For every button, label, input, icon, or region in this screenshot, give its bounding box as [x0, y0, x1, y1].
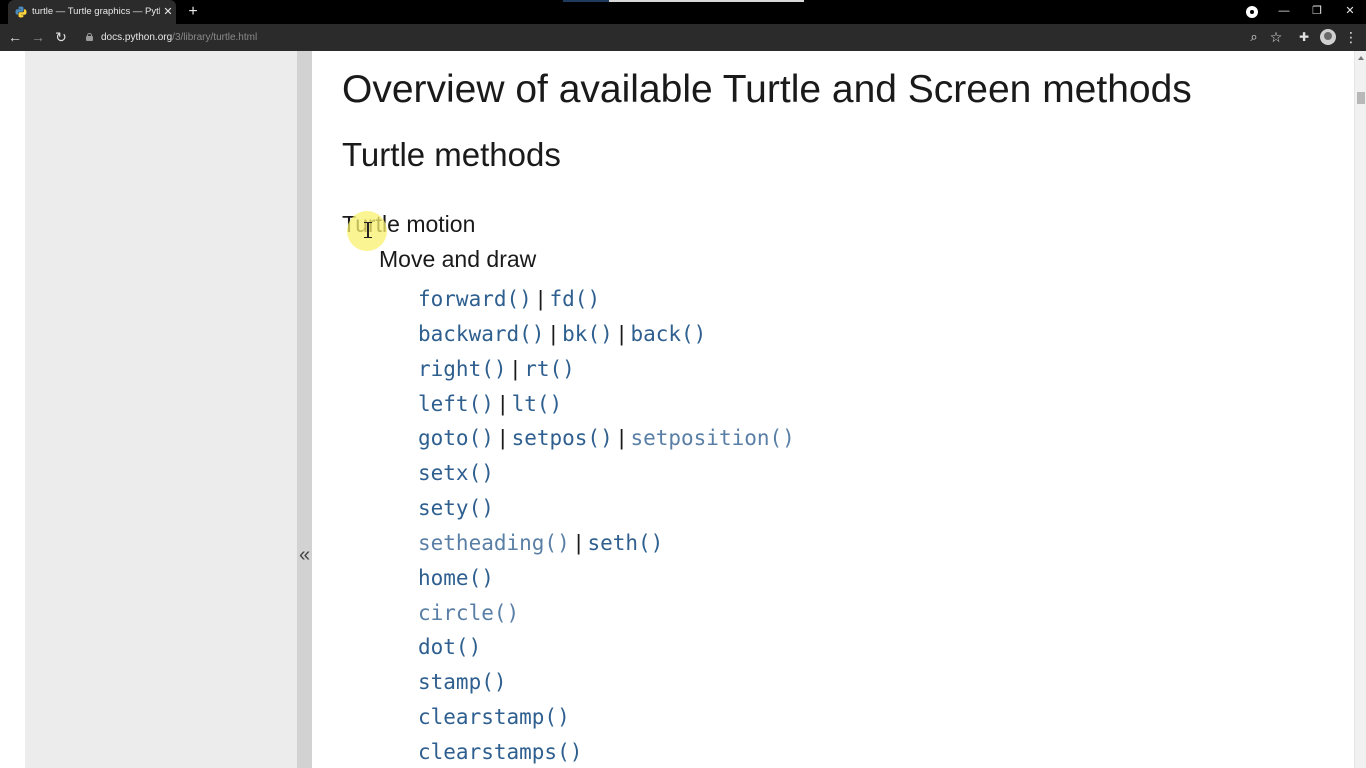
restore-button[interactable]: ❐ [1306, 2, 1328, 20]
method-link[interactable]: backward() [418, 322, 544, 346]
method-separator: | [575, 529, 582, 555]
sidebar-collapse-bar[interactable]: « [297, 51, 312, 768]
method-link[interactable]: setx() [418, 461, 494, 485]
method-link[interactable]: clearstamps() [418, 740, 582, 764]
method-row: home() [418, 564, 795, 599]
method-row: dot() [418, 633, 795, 668]
method-link[interactable]: clearstamp() [418, 705, 570, 729]
method-row: backward() | bk() | back() [418, 320, 795, 355]
python-logo-icon [15, 6, 27, 18]
collapse-sidebar-icon[interactable]: « [297, 541, 312, 569]
method-row: forward() | fd() [418, 285, 795, 320]
url-host: docs.python.org [101, 32, 173, 43]
address-bar[interactable]: docs.python.org/3/library/turtle.html [101, 30, 257, 45]
zoom-icon[interactable]: ⌕ [1245, 28, 1263, 46]
method-separator: | [618, 425, 625, 451]
scroll-thumb[interactable] [1357, 92, 1365, 104]
new-tab-button[interactable]: + [184, 3, 202, 21]
method-link[interactable]: stamp() [418, 670, 507, 694]
method-separator: | [618, 320, 625, 346]
docs-sidebar [25, 51, 297, 768]
method-link[interactable]: sety() [418, 496, 494, 520]
tab-title: turtle — Turtle graphics — Python [32, 6, 160, 17]
method-link[interactable]: rt() [524, 357, 575, 381]
method-link[interactable]: dot() [418, 635, 481, 659]
doc-content: Overview of available Turtle and Screen … [312, 51, 1354, 768]
method-row: setheading() | seth() [418, 529, 795, 564]
method-link[interactable]: circle() [418, 601, 519, 625]
method-link[interactable]: goto() [418, 426, 494, 450]
method-link[interactable]: setheading() [418, 531, 570, 555]
tab-strip-decoration [563, 0, 804, 3]
method-row: circle() [418, 599, 795, 634]
tab-strip: turtle — Turtle graphics — Python ✕ + — … [0, 0, 1366, 24]
method-separator: | [499, 425, 506, 451]
page-title: Overview of available Turtle and Screen … [342, 68, 1192, 111]
page-scrollbar[interactable] [1354, 51, 1366, 768]
method-link[interactable]: home() [418, 566, 494, 590]
method-separator: | [512, 355, 519, 381]
method-separator: | [537, 286, 544, 311]
method-link[interactable]: lt() [512, 392, 563, 416]
forward-arrow-icon[interactable]: → [29, 28, 47, 46]
method-row: clearstamps() [418, 738, 795, 768]
method-row: right() | rt() [418, 355, 795, 390]
method-link[interactable]: seth() [587, 531, 663, 555]
back-arrow-icon[interactable]: ← [6, 28, 24, 46]
method-link[interactable]: back() [630, 322, 706, 346]
method-row: sety() [418, 494, 795, 529]
method-link[interactable]: forward() [418, 287, 532, 311]
tab-turtle-docs[interactable]: turtle — Turtle graphics — Python ✕ [8, 0, 176, 24]
method-link[interactable]: right() [418, 357, 507, 381]
window-close-button[interactable]: ✕ [1339, 2, 1361, 20]
scroll-up-arrow-icon[interactable] [1358, 56, 1364, 60]
subsection-move-and-draw: Move and draw [379, 246, 537, 272]
profile-icon[interactable] [1246, 6, 1258, 18]
method-list: forward() | fd() backward() | bk() | back() righ… [418, 285, 795, 768]
method-link[interactable]: fd() [550, 287, 601, 311]
method-row: clearstamp() [418, 703, 795, 738]
method-separator: | [499, 390, 506, 416]
method-separator: | [550, 320, 557, 346]
page-viewport: « Overview of available Turtle and Scree… [0, 51, 1366, 768]
method-link[interactable]: left() [418, 392, 494, 416]
method-link[interactable]: setposition() [630, 426, 794, 450]
method-row: setx() [418, 459, 795, 494]
section-title-turtle-methods: Turtle methods [342, 136, 561, 173]
browser-toolbar: ← → ↻ docs.python.org/3/library/turtle.h… [0, 24, 1366, 51]
url-path: /3/library/turtle.html [172, 32, 258, 43]
method-row: stamp() [418, 668, 795, 703]
method-link[interactable]: setpos() [512, 426, 613, 450]
lock-icon[interactable] [86, 33, 93, 41]
extensions-puzzle-icon[interactable]: ✚ [1295, 28, 1313, 46]
reload-icon[interactable]: ↻ [52, 28, 70, 46]
subsection-turtle-motion: Turtle motion [342, 211, 476, 237]
bookmark-star-icon[interactable]: ☆ [1267, 28, 1285, 46]
method-link[interactable]: bk() [562, 322, 613, 346]
tab-close-icon[interactable]: ✕ [161, 5, 175, 19]
avatar-icon[interactable] [1320, 29, 1336, 45]
method-row: goto() | setpos() | setposition() [418, 424, 795, 459]
browser-menu-icon[interactable]: ⋮ [1342, 28, 1360, 46]
minimize-button[interactable]: — [1273, 2, 1295, 20]
method-row: left() | lt() [418, 390, 795, 425]
page-margin [0, 51, 25, 768]
